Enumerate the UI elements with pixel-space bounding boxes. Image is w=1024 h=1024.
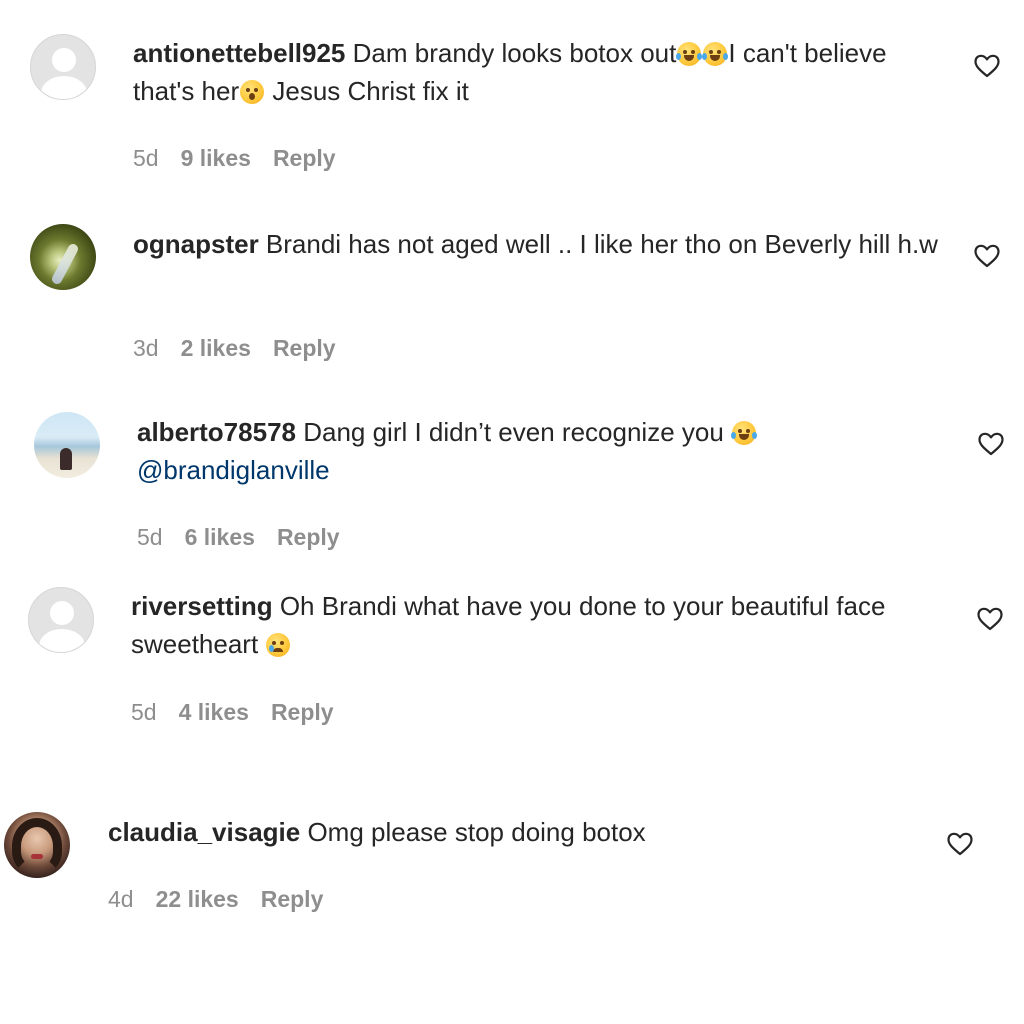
- reply-button[interactable]: Reply: [277, 524, 340, 550]
- comment-username[interactable]: alberto78578: [137, 417, 296, 447]
- comment-text: antionettebell925 Dam brandy looks botox…: [133, 34, 943, 110]
- face-with-tears-of-joy-icon: [676, 42, 703, 66]
- face-with-open-mouth-icon: [240, 80, 265, 104]
- comment-username[interactable]: riversetting: [131, 591, 273, 621]
- likes-count[interactable]: 22 likes: [156, 886, 239, 912]
- likes-count[interactable]: 2 likes: [181, 335, 251, 361]
- mention-link[interactable]: @brandiglanville: [137, 455, 330, 485]
- avatar[interactable]: [34, 412, 100, 478]
- comment-username[interactable]: claudia_visagie: [108, 817, 300, 847]
- heart-outline-icon[interactable]: [974, 244, 1000, 268]
- comment-username[interactable]: ognapster: [133, 229, 259, 259]
- likes-count[interactable]: 4 likes: [179, 699, 249, 725]
- comment-age: 3d: [133, 335, 159, 361]
- comment-age: 5d: [131, 699, 157, 725]
- heart-outline-icon[interactable]: [978, 432, 1004, 456]
- comment-text: ognapster Brandi has not aged well .. I …: [133, 225, 943, 263]
- comment-text: claudia_visagie Omg please stop doing bo…: [108, 813, 918, 851]
- comment-username[interactable]: antionettebell925: [133, 38, 345, 68]
- comment-body: Omg please stop doing botox: [300, 817, 646, 847]
- crying-face-icon: [266, 633, 291, 657]
- heart-outline-icon[interactable]: [977, 607, 1003, 631]
- heart-outline-icon[interactable]: [947, 832, 973, 856]
- reply-button[interactable]: Reply: [261, 886, 324, 912]
- comment-text: riversetting Oh Brandi what have you don…: [131, 587, 941, 663]
- comment-body: Dam brandy looks botox out: [345, 38, 677, 68]
- default-avatar-icon[interactable]: [30, 34, 96, 100]
- likes-count[interactable]: 6 likes: [185, 524, 255, 550]
- comment-meta: 5d 6 likes Reply: [137, 522, 362, 552]
- reply-button[interactable]: Reply: [273, 335, 336, 361]
- comment-meta: 3d 2 likes Reply: [133, 333, 358, 363]
- avatar[interactable]: [4, 812, 70, 878]
- comment-age: 5d: [133, 145, 159, 171]
- comment-body: Brandi has not aged well .. I like her t…: [258, 229, 938, 259]
- comment-age: 4d: [108, 886, 134, 912]
- comment-meta: 5d 9 likes Reply: [133, 143, 358, 173]
- likes-count[interactable]: 9 likes: [181, 145, 251, 171]
- comment-body: Dang girl I didn’t even recognize you: [295, 417, 732, 447]
- face-with-tears-of-joy-icon: [702, 42, 729, 66]
- comment-body: Jesus Christ fix it: [265, 76, 469, 106]
- heart-outline-icon[interactable]: [974, 54, 1000, 78]
- comment-text: alberto78578 Dang girl I didn’t even rec…: [137, 413, 947, 489]
- default-avatar-icon[interactable]: [28, 587, 94, 653]
- reply-button[interactable]: Reply: [271, 699, 334, 725]
- comment-age: 5d: [137, 524, 163, 550]
- comment-meta: 5d 4 likes Reply: [131, 697, 356, 727]
- face-with-tears-of-joy-icon: [731, 421, 758, 445]
- comment-meta: 4d 22 likes Reply: [108, 884, 345, 914]
- reply-button[interactable]: Reply: [273, 145, 336, 171]
- avatar[interactable]: [30, 224, 96, 290]
